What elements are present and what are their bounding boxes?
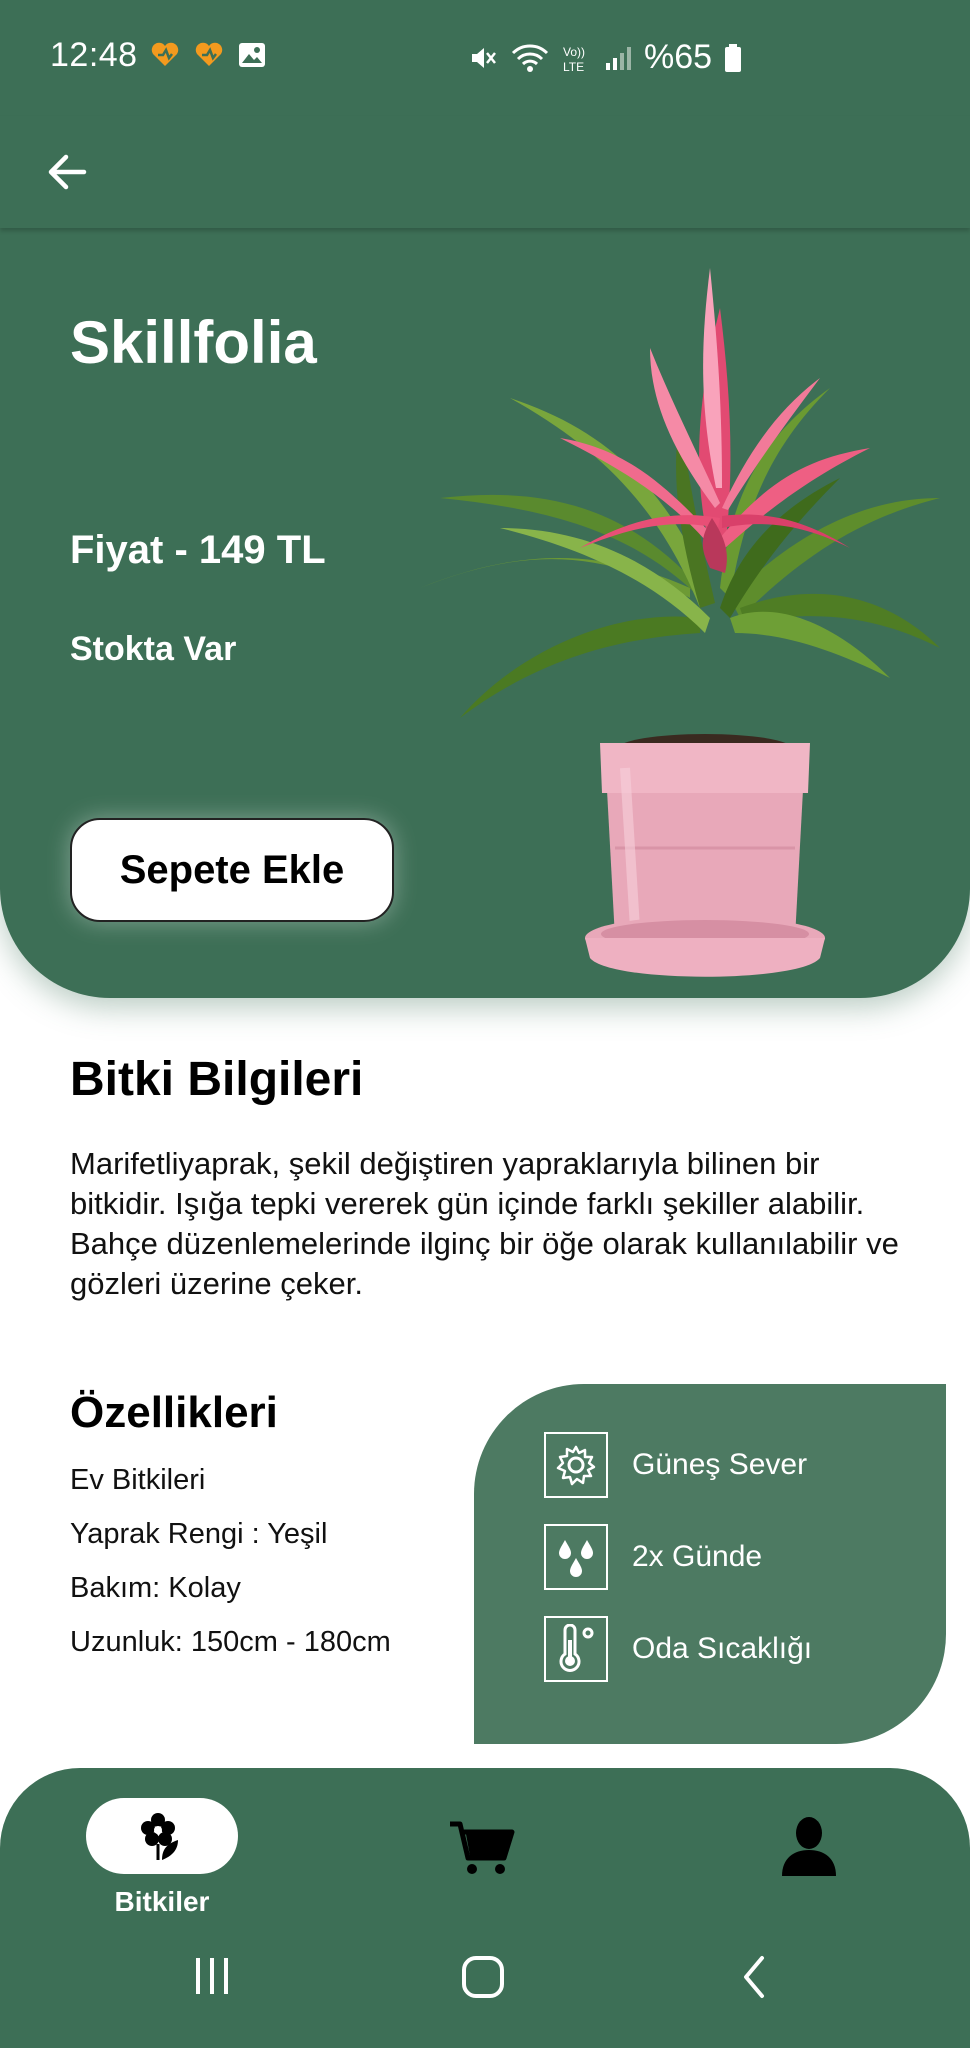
wifi-icon [511,43,549,72]
volte-icon: Vo))LTE [563,45,585,73]
nav-cart-button[interactable] [448,1818,518,1878]
care-row-sun: Güneş Sever [544,1430,934,1500]
care-label: 2x Günde [632,1540,763,1573]
back-button[interactable] [40,142,100,202]
system-back-icon[interactable] [738,1954,772,2000]
care-row-temperature: Oda Sıcaklığı [544,1614,934,1684]
thermometer-icon [544,1616,608,1682]
plant-name: Skillfolia [70,309,317,376]
mute-icon [472,47,496,68]
feature-item: Ev Bitkileri [70,1464,206,1496]
feature-item: Bakım: Kolay [70,1572,241,1604]
care-label: Güneş Sever [632,1448,808,1481]
status-time: 12:48 [50,36,138,74]
gallery-icon [239,43,265,67]
recent-apps-icon[interactable] [190,1954,234,1998]
nav-plants-label: Bitkiler [114,1886,210,1917]
heart-notification-icon [195,42,223,66]
svg-text:LTE: LTE [563,60,584,73]
home-icon[interactable] [460,1954,506,2000]
arrow-left-icon [48,154,87,190]
cart-icon [450,1821,515,1874]
sun-icon [544,1432,608,1498]
nav-profile-button[interactable] [778,1814,840,1878]
care-row-water: 2x Günde [544,1522,934,1592]
features-list: Ev Bitkileri Yaprak Rengi : Yeşil Bakım:… [70,1458,391,1674]
add-to-cart-button[interactable]: Sepete Ekle [70,818,394,922]
plant-description: Marifetliyaprak, şekil değiştiren yaprak… [70,1146,899,1301]
status-bar: 12:48 Vo)) LTE %65 [0,0,970,116]
care-card: Güneş Sever 2x Günde Oda Sıcaklığı [474,1384,946,1744]
svg-text:Vo)): Vo)) [563,45,585,59]
care-label: Oda Sıcaklığı [632,1632,813,1665]
section-title-info: Bitki Bilgileri [70,1053,364,1106]
price: Fiyat - 149 TL [70,528,326,572]
battery-icon [725,43,742,72]
system-icons: Vo)) LTE %65 [468,38,742,77]
nav-plants-button[interactable] [86,1798,238,1874]
heart-notification-icon [151,42,179,66]
battery-percent: %65 [644,38,713,76]
signal-icon [606,46,631,70]
feature-item: Yaprak Rengi : Yeşil [70,1518,328,1550]
app-bar [0,116,970,228]
water-drops-icon [544,1524,608,1590]
feature-item: Uzunluk: 150cm - 180cm [70,1626,391,1658]
plant-image [420,268,940,977]
flower-icon [141,1813,178,1860]
product-hero: Skillfolia Fiyat - 149 TL Stokta Var Sep… [0,228,970,998]
notification-icons [150,42,266,68]
bottom-navigation: Bitkiler [0,1768,970,2048]
profile-icon [782,1817,836,1876]
stock-status: Stokta Var [70,630,237,668]
section-title-features: Özellikleri [70,1388,278,1437]
